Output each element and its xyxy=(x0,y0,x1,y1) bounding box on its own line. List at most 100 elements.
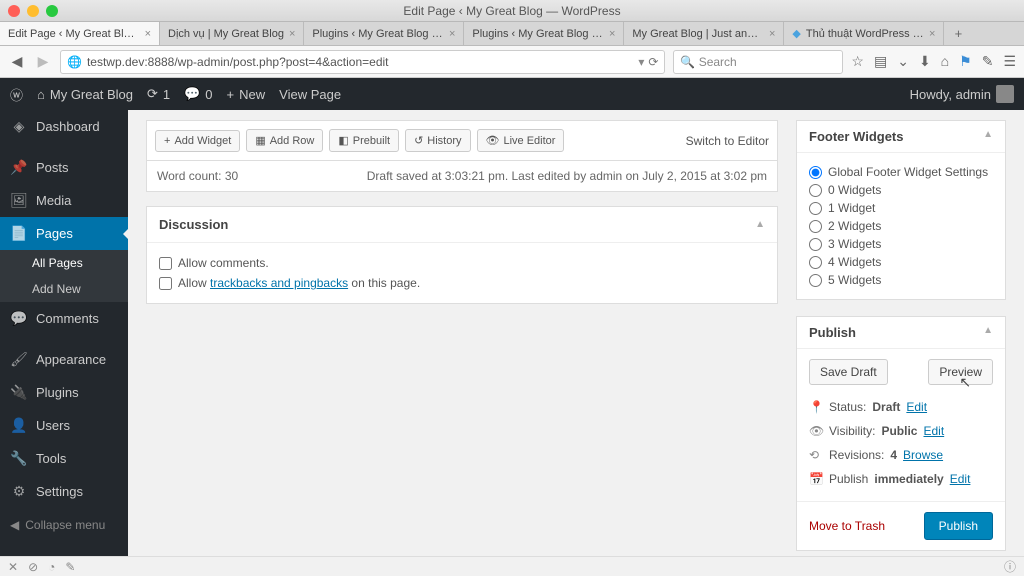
browser-status-bar: ✕ ⊘ ◔ ✎ ⓘ xyxy=(0,556,1024,576)
howdy-user[interactable]: Howdy, admin xyxy=(910,85,1014,103)
pagebuilder-toolbar: +Add Widget ▦Add Row ◧Prebuilt ↺History … xyxy=(146,120,778,161)
collapse-menu[interactable]: ◀Collapse menu xyxy=(0,508,128,542)
fw-radio-1[interactable] xyxy=(809,202,822,215)
chevron-up-icon[interactable]: ▲ xyxy=(755,219,765,230)
search-icon: 🔍 xyxy=(680,55,695,69)
sidebar-item-settings[interactable]: ⚙Settings xyxy=(0,475,128,508)
trackbacks-link[interactable]: trackbacks and pingbacks xyxy=(210,276,348,290)
discussion-head[interactable]: Discussion ▲ xyxy=(147,207,777,243)
back-button[interactable]: ◀ xyxy=(8,53,26,70)
sidebar-item-tools[interactable]: 🔧Tools xyxy=(0,442,128,475)
favicon-icon: ◆ xyxy=(792,27,800,40)
close-tab-icon[interactable]: × xyxy=(289,28,295,40)
plus-icon: + xyxy=(227,87,235,102)
list-icon[interactable]: ▤ xyxy=(874,53,887,70)
sidebar-item-users[interactable]: 👤Users xyxy=(0,409,128,442)
page-icon: 📄 xyxy=(10,225,28,242)
history-button[interactable]: ↺History xyxy=(405,129,470,152)
word-count: Word count: 30 xyxy=(157,169,238,183)
add-widget-button[interactable]: +Add Widget xyxy=(155,130,240,152)
fw-radio-0[interactable] xyxy=(809,184,822,197)
sidebar-item-plugins[interactable]: 🔌Plugins xyxy=(0,376,128,409)
sidebar-item-dashboard[interactable]: ◈Dashboard xyxy=(0,110,128,143)
footer-widgets-head[interactable]: Footer Widgets▲ xyxy=(797,121,1005,153)
new-tab-button[interactable]: + xyxy=(944,22,972,45)
status-icon[interactable]: ✕ xyxy=(8,560,18,574)
browse-revisions-link[interactable]: Browse xyxy=(903,448,943,462)
sidebar-item-media[interactable]: 🖼Media xyxy=(0,184,128,217)
download-icon[interactable]: ⬇ xyxy=(919,53,931,70)
eye-icon: 👁 xyxy=(809,424,823,438)
sidebar-sub-add-new[interactable]: Add New xyxy=(0,276,128,302)
dashboard-icon: ◈ xyxy=(10,118,28,135)
browser-tab[interactable]: My Great Blog | Just another …× xyxy=(624,22,784,45)
publish-metabox: Publish▲ Save Draft Preview↖ 📍Status: Dr… xyxy=(796,316,1006,551)
sidebar-item-comments[interactable]: 💬Comments xyxy=(0,302,128,335)
status-icon[interactable]: ◔ xyxy=(48,560,55,574)
url-input[interactable]: 🌐 testwp.dev:8888/wp-admin/post.php?post… xyxy=(60,50,665,74)
browser-tab[interactable]: Plugins ‹ My Great Blog — Wo…× xyxy=(304,22,464,45)
fw-radio-5[interactable] xyxy=(809,274,822,287)
dropdown-icon[interactable]: ▾ xyxy=(638,55,644,69)
updates-link[interactable]: ⟳1 xyxy=(147,86,170,102)
gear-icon: ⚙ xyxy=(10,483,28,500)
status-icon[interactable]: ⊘ xyxy=(28,560,38,574)
browser-tab[interactable]: Edit Page ‹ My Great Blog — …× xyxy=(0,22,160,45)
close-tab-icon[interactable]: × xyxy=(929,28,935,40)
edit-status-link[interactable]: Edit xyxy=(906,400,927,414)
fw-radio-4[interactable] xyxy=(809,256,822,269)
sidebar-item-appearance[interactable]: 🖌Appearance xyxy=(0,343,128,376)
browser-tab[interactable]: ◆Thủ thuật WordPress - SE…× xyxy=(784,22,944,45)
add-row-button[interactable]: ▦Add Row xyxy=(246,129,323,152)
comment-icon: 💬 xyxy=(10,310,28,327)
avatar xyxy=(996,85,1014,103)
preview-button[interactable]: Preview↖ xyxy=(928,359,993,385)
info-icon[interactable]: ⓘ xyxy=(1004,558,1016,575)
sidebar-item-pages[interactable]: 📄Pages xyxy=(0,217,128,250)
wp-logo[interactable]: ⓦ xyxy=(10,85,23,104)
brush-icon: 🖌 xyxy=(10,351,28,368)
close-tab-icon[interactable]: × xyxy=(145,28,151,40)
pin-icon: 📍 xyxy=(809,400,823,414)
prebuilt-button[interactable]: ◧Prebuilt xyxy=(329,129,399,152)
switch-editor-link[interactable]: Switch to Editor xyxy=(686,134,769,148)
chevron-up-icon[interactable]: ▲ xyxy=(983,325,993,340)
status-icon[interactable]: ✎ xyxy=(65,560,75,574)
view-page-link[interactable]: View Page xyxy=(279,87,341,102)
fw-radio-3[interactable] xyxy=(809,238,822,251)
edit-icon[interactable]: ✎ xyxy=(982,53,994,70)
allow-trackbacks-checkbox[interactable] xyxy=(159,277,172,290)
menu-icon[interactable]: ☰ xyxy=(1003,53,1016,70)
allow-comments-checkbox[interactable] xyxy=(159,257,172,270)
discussion-panel: Discussion ▲ Allow comments. Allow track… xyxy=(146,206,778,304)
comments-link[interactable]: 💬0 xyxy=(184,86,212,102)
publish-head[interactable]: Publish▲ xyxy=(797,317,1005,349)
site-name[interactable]: ⌂My Great Blog xyxy=(37,87,133,102)
chevron-up-icon[interactable]: ▲ xyxy=(983,129,993,144)
publish-button[interactable]: Publish xyxy=(924,512,993,540)
star-icon[interactable]: ☆ xyxy=(851,53,864,70)
fw-radio-global[interactable] xyxy=(809,166,822,179)
new-link[interactable]: +New xyxy=(227,87,266,102)
save-draft-button[interactable]: Save Draft xyxy=(809,359,888,385)
edit-schedule-link[interactable]: Edit xyxy=(950,472,971,486)
browser-tab[interactable]: Dịch vụ | My Great Blog× xyxy=(160,22,304,45)
move-to-trash-link[interactable]: Move to Trash xyxy=(809,519,885,533)
sidebar-item-posts[interactable]: 📌Posts xyxy=(0,151,128,184)
fw-radio-2[interactable] xyxy=(809,220,822,233)
close-tab-icon[interactable]: × xyxy=(769,28,775,40)
layout-icon: ◧ xyxy=(338,134,348,147)
editor-status-row: Word count: 30 Draft saved at 3:03:21 pm… xyxy=(146,161,778,192)
home-icon: ⌂ xyxy=(37,87,45,102)
home-icon[interactable]: ⌂ xyxy=(941,53,949,70)
pocket-icon[interactable]: ⌄ xyxy=(897,53,909,70)
sidebar-sub-all-pages[interactable]: All Pages xyxy=(0,250,128,276)
edit-visibility-link[interactable]: Edit xyxy=(923,424,944,438)
live-editor-button[interactable]: 👁Live Editor xyxy=(477,129,565,152)
extension-icon[interactable]: ⚑ xyxy=(959,53,972,70)
browser-tab[interactable]: Plugins ‹ My Great Blog — Wo…× xyxy=(464,22,624,45)
reload-button[interactable]: ⟳ xyxy=(648,55,658,69)
search-input[interactable]: 🔍 Search xyxy=(673,50,843,74)
close-tab-icon[interactable]: × xyxy=(609,28,615,40)
close-tab-icon[interactable]: × xyxy=(449,28,455,40)
